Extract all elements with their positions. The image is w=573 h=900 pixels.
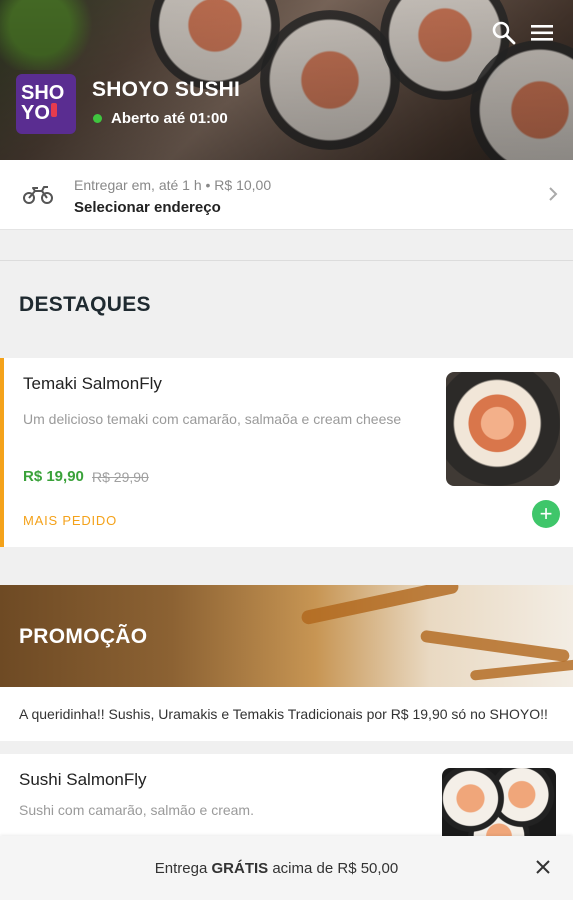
banner-suffix: acima de R$ 50,00 bbox=[268, 860, 399, 877]
logo-exclamation bbox=[50, 103, 57, 117]
promo-title: PROMOÇÃO bbox=[19, 625, 148, 648]
sushi-image bbox=[442, 768, 556, 844]
temaki-image bbox=[446, 372, 560, 486]
chevron-right-icon bbox=[549, 187, 558, 201]
product-old-price: R$ 29,90 bbox=[92, 469, 149, 485]
sauce-drizzle bbox=[419, 629, 571, 663]
divider bbox=[0, 260, 573, 261]
banner-bold: GRÁTIS bbox=[211, 860, 269, 877]
store-name: SHOYO SUSHI bbox=[92, 78, 241, 101]
promo-description: A queridinha!! Sushis, Uramakis e Temaki… bbox=[19, 706, 548, 722]
highlights-title: DESTAQUES bbox=[19, 293, 151, 316]
free-delivery-message: Entrega GRÁTIS acima de R$ 50,00 bbox=[0, 860, 553, 877]
product-description: Sushi com camarão, salmão e cream. bbox=[19, 802, 254, 818]
motorcycle-icon bbox=[23, 186, 53, 204]
product-card-temaki[interactable]: Temaki SalmonFly Um delicioso temaki com… bbox=[0, 358, 573, 547]
store-logo: SHO YO bbox=[16, 74, 76, 134]
product-name: Sushi SalmonFly bbox=[19, 770, 147, 789]
search-icon[interactable] bbox=[491, 20, 517, 46]
sauce-drizzle bbox=[300, 585, 460, 626]
header-overlay bbox=[0, 0, 573, 160]
product-price: R$ 19,90 bbox=[23, 468, 84, 485]
store-status-text: Aberto até 01:00 bbox=[111, 110, 228, 127]
add-to-cart-button[interactable]: + bbox=[532, 500, 560, 528]
promo-description-box: A queridinha!! Sushis, Uramakis e Temaki… bbox=[0, 687, 573, 741]
logo-text-bottom: YO bbox=[21, 102, 50, 124]
delivery-address-selector[interactable]: Entregar em, até 1 h • R$ 10,00 Selecion… bbox=[0, 160, 573, 230]
promo-banner: PROMOÇÃO bbox=[0, 585, 573, 687]
close-icon[interactable] bbox=[535, 859, 551, 875]
logo-text-top: SHO bbox=[21, 82, 65, 104]
product-name: Temaki SalmonFly bbox=[23, 374, 162, 393]
banner-prefix: Entrega bbox=[154, 860, 212, 877]
free-delivery-banner: Entrega GRÁTIS acima de R$ 50,00 bbox=[0, 836, 573, 900]
store-header-banner: SHO YO SHOYO SUSHI Aberto até 01:00 bbox=[0, 0, 573, 160]
menu-icon[interactable] bbox=[529, 20, 555, 46]
best-seller-tag: MAIS PEDIDO bbox=[23, 513, 118, 528]
product-card-sushi[interactable]: Sushi SalmonFly Sushi com camarão, salmã… bbox=[0, 754, 573, 844]
select-address-label: Selecionar endereço bbox=[74, 199, 221, 216]
delivery-info: Entregar em, até 1 h • R$ 10,00 bbox=[74, 177, 272, 193]
sauce-drizzle bbox=[469, 659, 573, 681]
store-status: Aberto até 01:00 bbox=[93, 110, 228, 127]
status-dot-icon bbox=[93, 114, 102, 123]
product-description: Um delicioso temaki com camarão, salmaõa… bbox=[23, 411, 402, 427]
